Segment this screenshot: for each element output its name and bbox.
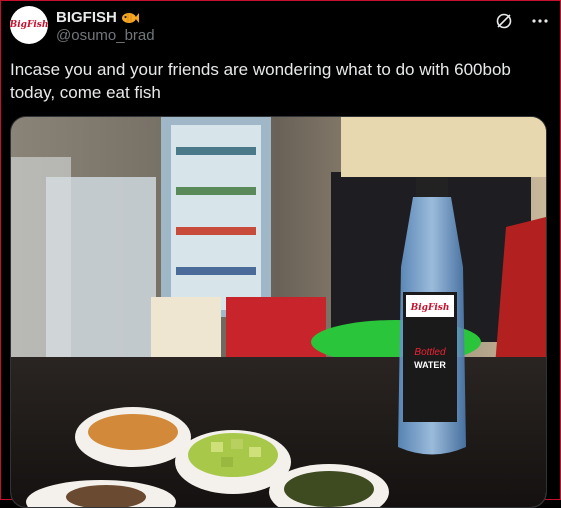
bottle-label-line1: Bottled [414,347,446,358]
avatar-logo-text: BigFish [10,20,48,30]
more-icon[interactable] [529,10,551,32]
display-name[interactable]: BIGFISH [56,9,117,26]
post-text: Incase you and your friends are wonderin… [10,60,511,102]
header-actions [493,10,551,32]
post-header: BigFish BIGFISH @osumo_brad [10,6,551,50]
avatar[interactable]: BigFish [10,6,48,44]
post-photo[interactable]: BigFish Bottled WATER [10,116,547,508]
grok-icon[interactable] [493,10,515,32]
author-handle[interactable]: @osumo_brad [56,27,155,44]
fish-emoji-icon [121,11,139,25]
bottle-brand-text: BigFish [410,303,450,313]
author-name-row: BIGFISH [56,9,139,26]
bottle-label-line2: WATER [414,360,446,370]
